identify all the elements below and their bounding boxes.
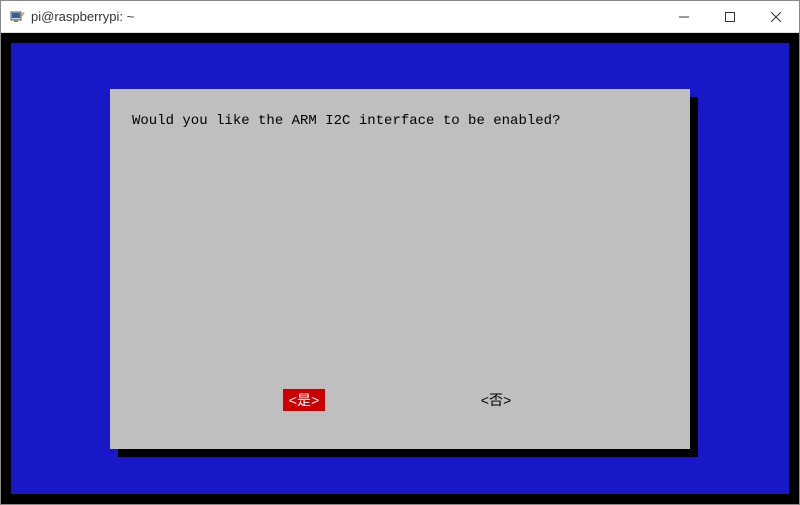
dialog-message: Would you like the ARM I2C interface to … [128, 113, 672, 389]
titlebar-controls [661, 1, 799, 32]
maximize-button[interactable] [707, 1, 753, 32]
config-dialog: Would you like the ARM I2C interface to … [110, 89, 690, 449]
minimize-button[interactable] [661, 1, 707, 32]
close-button[interactable] [753, 1, 799, 32]
terminal: Would you like the ARM I2C interface to … [1, 33, 799, 504]
dialog-wrapper: Would you like the ARM I2C interface to … [110, 89, 690, 449]
app-window: pi@raspberrypi: ~ Would you like the ARM… [0, 0, 800, 505]
no-button[interactable]: <否> [475, 389, 518, 411]
window-title: pi@raspberrypi: ~ [31, 9, 661, 24]
yes-button[interactable]: <是> [283, 389, 326, 411]
putty-icon [9, 9, 25, 25]
titlebar: pi@raspberrypi: ~ [1, 1, 799, 33]
dialog-buttons: <是> <否> [128, 389, 672, 425]
terminal-screen: Would you like the ARM I2C interface to … [11, 43, 789, 494]
